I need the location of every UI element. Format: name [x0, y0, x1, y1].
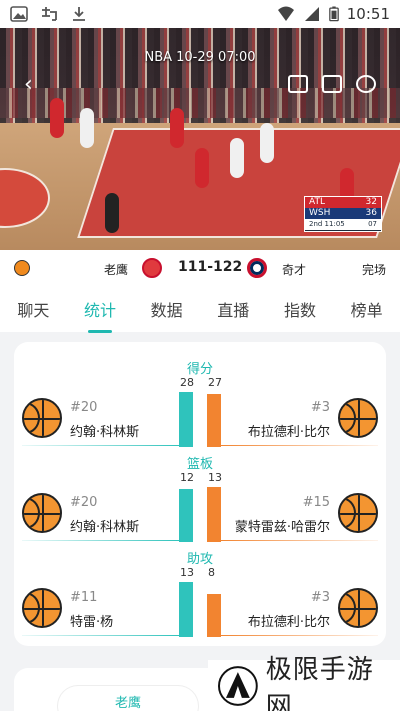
back-arrow-icon[interactable]: ‹	[24, 72, 33, 97]
tab-rankings[interactable]: 榜单	[347, 297, 387, 321]
right-player-name: 布拉德利·比尔	[247, 425, 330, 440]
right-stat-bar	[207, 594, 221, 637]
left-jersey-number: #20	[70, 495, 98, 510]
stat-section-points: 得分 28 27 #20 约翰·科林斯 #3 布拉德利·比尔	[14, 358, 386, 453]
right-player-avatar-icon	[338, 588, 378, 628]
home-team-name: 老鹰	[104, 263, 129, 277]
left-player-avatar-icon	[22, 493, 62, 533]
share-icon[interactable]	[356, 75, 376, 93]
left-jersey-number: #20	[70, 400, 98, 415]
tab-live[interactable]: 直播	[213, 297, 253, 321]
right-player-name: 布拉德利·比尔	[247, 615, 330, 630]
right-player-name: 蒙特雷兹·哈雷尔	[234, 520, 330, 535]
watermark-text: 极限手游网	[265, 654, 374, 711]
left-player-name: 特雷·杨	[70, 615, 114, 630]
away-team-name: 奇才	[282, 263, 307, 277]
battery-icon	[328, 6, 339, 22]
right-value: 27	[208, 376, 222, 389]
tv-icon[interactable]	[322, 75, 342, 93]
app-screen: 10:51 NBA 10-29 07:00 ‹ ATL 32 WSH 36 2nd …	[0, 0, 400, 711]
right-jersey-number: #15	[302, 495, 330, 510]
team-toggle-home[interactable]: 老鹰	[58, 686, 198, 711]
clock: 10:51	[346, 5, 390, 23]
left-value: 12	[180, 471, 194, 484]
wifi-icon	[277, 6, 294, 21]
download-icon	[73, 7, 85, 21]
right-jersey-number: #3	[310, 400, 330, 415]
tab-chat[interactable]: 聊天	[13, 297, 53, 321]
basketball-icon	[14, 260, 30, 276]
left-player-name: 约翰·科林斯	[70, 520, 140, 535]
app-notification-icon	[42, 7, 57, 21]
tab-data[interactable]: 数据	[147, 297, 187, 321]
hawks-logo-icon	[142, 258, 162, 278]
cast-icon[interactable]	[288, 75, 308, 93]
stat-section-assists: 助攻 13 8 #11 特雷·杨 #3 布拉德利·比尔	[14, 548, 386, 643]
video-title: NBA 10-29 07:00	[144, 50, 256, 65]
stat-title: 篮板	[186, 457, 213, 472]
left-stat-bar	[179, 582, 193, 637]
stat-title: 助攻	[186, 552, 213, 567]
left-jersey-number: #11	[70, 590, 98, 605]
tv-scorebug: ATL 32 WSH 36 2nd 11:05 07	[304, 196, 382, 232]
match-score: 111-122	[178, 259, 243, 275]
wizards-logo-icon	[247, 258, 267, 278]
left-stat-bar	[179, 392, 193, 447]
video-player[interactable]: NBA 10-29 07:00 ‹ ATL 32 WSH 36 2nd 11:05 0…	[0, 28, 400, 250]
tab-bar: 聊天 统计 数据 直播 指数 榜单	[0, 286, 400, 333]
right-value: 8	[208, 566, 215, 579]
left-value: 13	[180, 566, 194, 579]
signal-icon	[304, 7, 319, 21]
stat-title: 得分	[186, 362, 213, 377]
left-player-avatar-icon	[22, 398, 62, 438]
right-stat-bar	[207, 394, 221, 447]
match-status: 完场	[361, 263, 386, 277]
tab-odds[interactable]: 指数	[280, 297, 320, 321]
stat-section-rebounds: 篮板 12 13 #20 约翰·科林斯 #15 蒙特雷兹·哈雷尔	[14, 453, 386, 548]
photo-icon	[10, 6, 28, 22]
right-player-avatar-icon	[338, 398, 378, 438]
right-player-avatar-icon	[338, 493, 378, 533]
right-stat-bar	[207, 487, 221, 542]
left-value: 28	[180, 376, 194, 389]
match-score-header: 老鹰 111-122 奇才 完场	[0, 250, 400, 286]
left-player-name: 约翰·科林斯	[70, 425, 140, 440]
watermark-logo-icon	[218, 665, 258, 706]
stat-leaders-card: 得分 28 27 #20 约翰·科林斯 #3 布拉德利·比尔 篮板 12 13 …	[14, 342, 386, 646]
right-jersey-number: #3	[310, 590, 330, 605]
status-bar: 10:51	[0, 0, 400, 28]
site-watermark: 极限手游网	[208, 655, 400, 711]
left-stat-bar	[179, 489, 193, 542]
left-player-avatar-icon	[22, 588, 62, 628]
right-value: 13	[208, 471, 222, 484]
tab-stats[interactable]: 统计	[80, 297, 120, 333]
